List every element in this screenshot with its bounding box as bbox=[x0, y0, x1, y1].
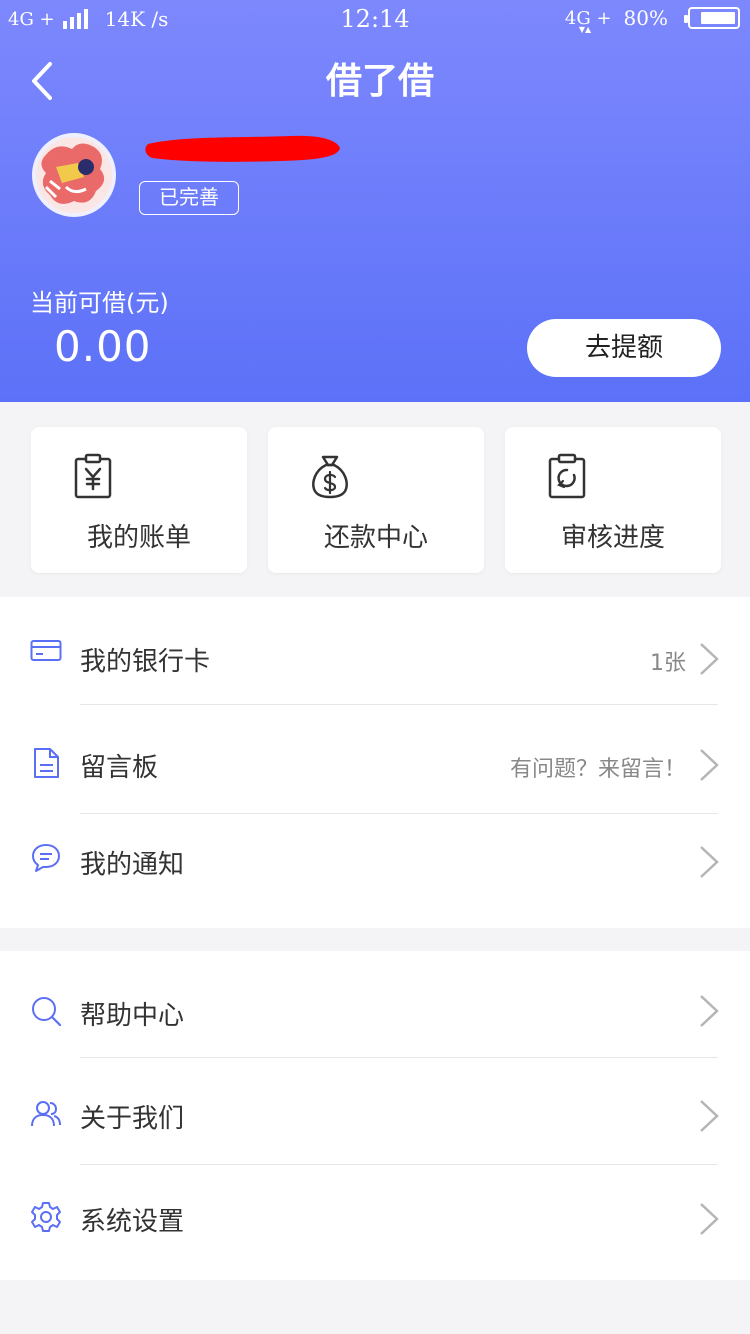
message-board-hint: 有问题？来留言！ bbox=[509, 757, 686, 782]
chevron-right-icon bbox=[700, 1100, 719, 1132]
chevron-right-icon bbox=[700, 643, 719, 675]
menu-item-label: 系统设置 bbox=[80, 1207, 185, 1237]
menu-item-bank-card[interactable]: 我的银行卡 1张 bbox=[0, 597, 750, 704]
bank-card-count: 1张 bbox=[650, 651, 686, 676]
username-redacted bbox=[145, 135, 340, 162]
network-type-right: 4G + ▼▲ bbox=[565, 8, 612, 34]
users-icon bbox=[31, 1101, 61, 1127]
quick-actions: 我的账单 还款中心 审核进度 bbox=[0, 402, 750, 597]
status-right: 4G + ▼▲ 80% bbox=[565, 6, 740, 34]
gear-icon bbox=[31, 1202, 61, 1232]
quick-card-repay[interactable]: 还款中心 bbox=[268, 427, 484, 573]
review-progress-icon bbox=[548, 453, 586, 499]
menu-item-label: 留言板 bbox=[80, 753, 159, 783]
menu-section-general: 帮助中心 关于我们 系统设置 bbox=[0, 951, 750, 1280]
avatar-illustration bbox=[36, 137, 112, 213]
battery-fill bbox=[701, 12, 735, 24]
quick-card-bill[interactable]: 我的账单 bbox=[31, 427, 247, 573]
data-arrows-icon: ▼▲ bbox=[578, 24, 592, 34]
avatar[interactable] bbox=[32, 133, 116, 217]
menu-item-label: 帮助中心 bbox=[80, 1001, 185, 1031]
menu-item-help-center[interactable]: 帮助中心 bbox=[0, 951, 750, 1057]
menu-item-label: 我的银行卡 bbox=[80, 647, 211, 677]
available-credit-label: 当前可借(元) bbox=[30, 289, 169, 317]
menu-item-notifications[interactable]: 我的通知 bbox=[0, 814, 750, 928]
available-credit-amount: 0.00 bbox=[54, 322, 152, 371]
chevron-right-icon bbox=[700, 995, 719, 1027]
notification-chat-icon bbox=[32, 844, 60, 872]
menu-section-account: 我的银行卡 1张 留言板 有问题？来留言！ 我的通知 bbox=[0, 597, 750, 928]
chevron-right-icon bbox=[700, 749, 719, 781]
chevron-right-icon bbox=[700, 1203, 719, 1235]
chevron-right-icon bbox=[700, 846, 719, 878]
search-icon bbox=[32, 997, 62, 1027]
menu-item-label: 我的通知 bbox=[80, 850, 185, 880]
profile-header: 4G + 14K /s 12:14 4G + ▼▲ 80% 借了借 已完善 当前… bbox=[0, 0, 750, 402]
chevron-left-icon bbox=[32, 62, 52, 100]
status-bar: 4G + 14K /s 12:14 4G + ▼▲ 80% bbox=[0, 0, 750, 40]
raise-limit-button[interactable]: 去提额 bbox=[527, 319, 721, 377]
back-button[interactable] bbox=[26, 56, 66, 106]
quick-card-review[interactable]: 审核进度 bbox=[505, 427, 721, 573]
money-bag-icon bbox=[312, 455, 348, 499]
quick-card-label: 我的账单 bbox=[86, 523, 191, 553]
bill-yuan-icon bbox=[74, 453, 112, 499]
message-board-icon bbox=[34, 748, 59, 778]
quick-card-label: 还款中心 bbox=[323, 523, 428, 553]
bank-card-icon bbox=[30, 640, 62, 661]
battery-icon bbox=[684, 7, 740, 29]
menu-item-about-us[interactable]: 关于我们 bbox=[0, 1058, 750, 1164]
page-title: 借了借 bbox=[325, 61, 434, 102]
quick-card-label: 审核进度 bbox=[560, 523, 665, 553]
menu-item-message-board[interactable]: 留言板 有问题？来留言！ bbox=[0, 705, 750, 813]
menu-item-label: 关于我们 bbox=[80, 1104, 185, 1134]
profile-status-badge: 已完善 bbox=[139, 181, 239, 215]
menu-item-settings[interactable]: 系统设置 bbox=[0, 1165, 750, 1280]
battery-percent: 80% bbox=[623, 6, 668, 30]
